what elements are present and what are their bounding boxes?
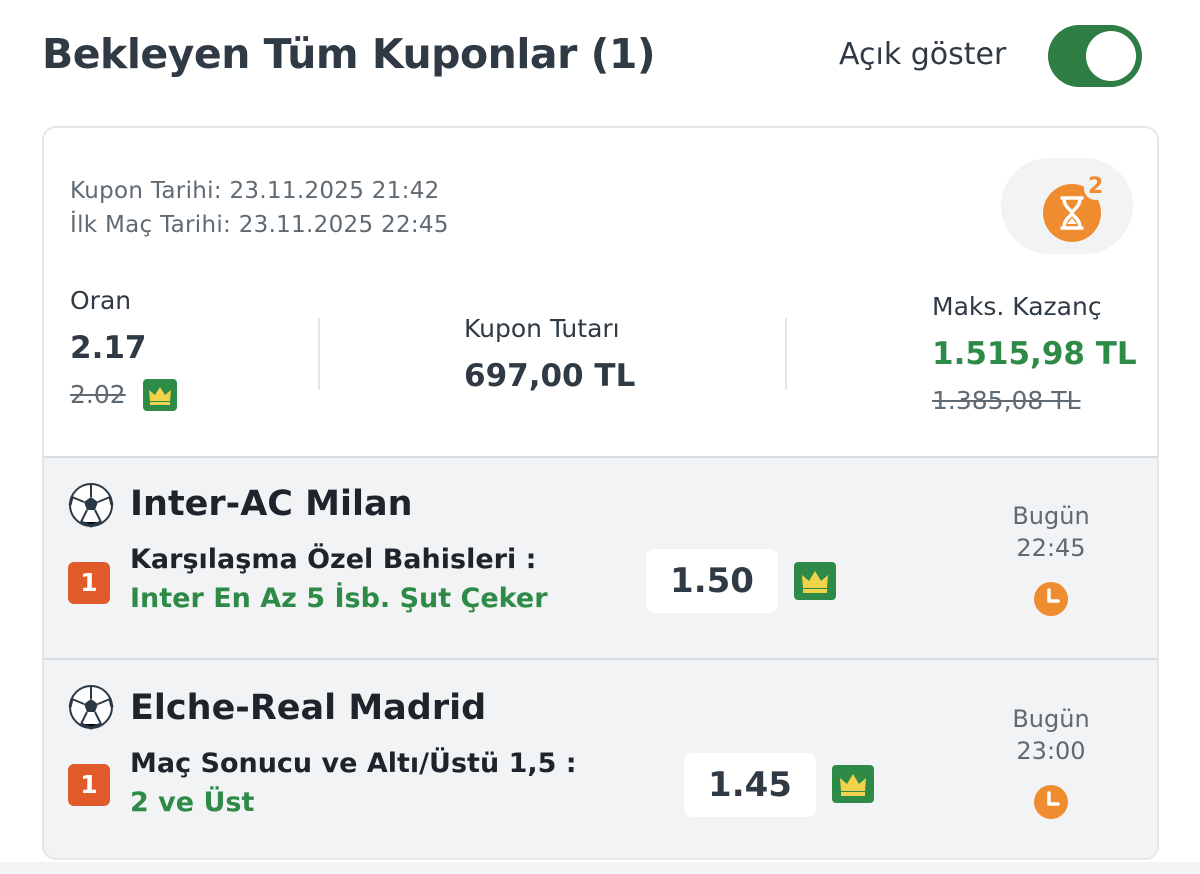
first-match-date: İlk Maç Tarihi: 23.11.2025 22:45 (70, 212, 449, 238)
show-open-toggle-label: Açık göster (839, 37, 1007, 72)
odds-box[interactable]: 1.50 (646, 549, 778, 613)
max-win-label: Maks. Kazanç (932, 292, 1102, 321)
match-time: 23:00 (1016, 737, 1086, 765)
clock-icon (1034, 582, 1068, 616)
odds-old: 2.02 (70, 380, 126, 409)
match-day: Bugün (1012, 705, 1090, 733)
match-time: 22:45 (1016, 534, 1086, 562)
pending-count: 2 (1084, 174, 1108, 200)
crown-icon (832, 765, 874, 803)
show-open-toggle[interactable] (1048, 25, 1142, 87)
amount-label: Kupon Tutarı (464, 314, 620, 343)
odds-label: Oran (70, 286, 132, 315)
soccer-ball-icon (68, 685, 114, 730)
market-name: Maç Sonucu ve Altı/Üstü 1,5 : (130, 748, 577, 779)
coupon-card[interactable]: Kupon Tarihi: 23.11.2025 21:42 İlk Maç T… (42, 126, 1159, 860)
match-row[interactable]: Elche-Real Madrid 1 Maç Sonucu ve Altı/Ü… (44, 658, 1157, 858)
pick-number: 1 (68, 764, 110, 806)
match-title: Elche-Real Madrid (130, 688, 487, 728)
stat-divider (318, 318, 320, 390)
odds-box[interactable]: 1.45 (684, 753, 816, 817)
selection-name: 2 ve Üst (130, 787, 255, 818)
toggle-knob (1086, 31, 1136, 81)
stat-divider (785, 318, 787, 390)
amount-value: 697,00 TL (464, 358, 636, 394)
selection-name: Inter En Az 5 İsb. Şut Çeker (130, 583, 548, 614)
match-row[interactable]: Inter-AC Milan 1 Karşılaşma Özel Bahisle… (44, 456, 1157, 658)
match-day: Bugün (1012, 502, 1090, 530)
page-title: Bekleyen Tüm Kuponlar (1) (42, 30, 656, 78)
clock-icon (1034, 785, 1068, 819)
market-name: Karşılaşma Özel Bahisleri : (130, 544, 537, 575)
soccer-ball-icon (68, 483, 114, 528)
bottom-strip (0, 862, 1200, 874)
max-win-value: 1.515,98 TL (932, 336, 1137, 372)
crown-icon (794, 562, 836, 600)
max-win-old: 1.385,08 TL (932, 386, 1081, 415)
odds-value: 2.17 (70, 330, 147, 366)
crown-icon (143, 379, 177, 411)
match-title: Inter-AC Milan (130, 484, 413, 524)
coupon-date: Kupon Tarihi: 23.11.2025 21:42 (70, 178, 440, 204)
pick-number: 1 (68, 562, 110, 604)
